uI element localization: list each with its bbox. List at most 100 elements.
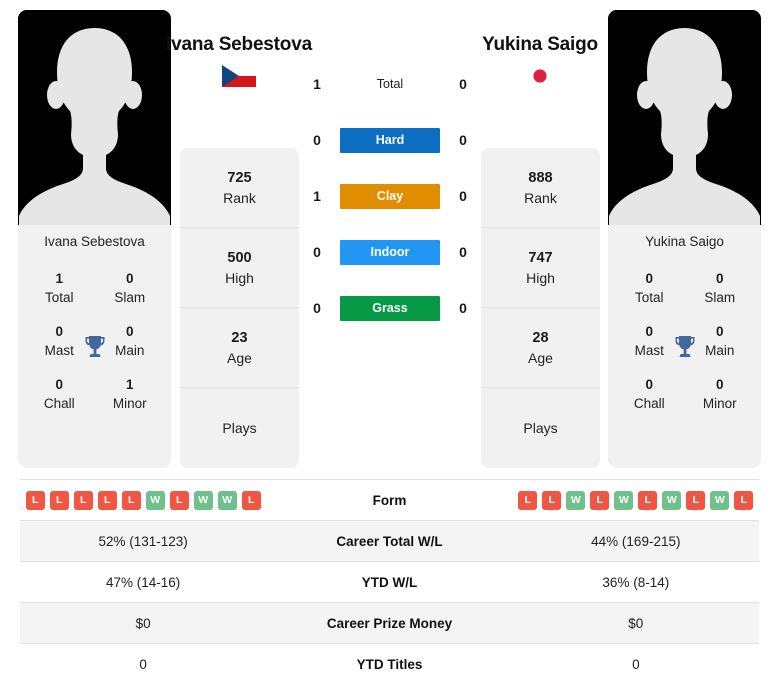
title-stat: 0 Slam (114, 271, 146, 305)
stat-rank: 888 Rank (481, 148, 600, 228)
h2h-row-clay: 1 Clay 0 (302, 168, 478, 224)
title-stat: 1 Total (44, 271, 74, 305)
table-cell-right: 36% (8-14) (602, 574, 670, 590)
table-row-career-wl: 52% (131-123) Career Total W/L 44% (169-… (20, 520, 759, 561)
player-card-right[interactable]: Yukina Saigo 0 Total 0 Slam 0 Mast 0 Mai… (608, 10, 761, 468)
table-cell-right: 0 (632, 656, 640, 672)
table-row-form: LLLLLWLWWL Form LLWLWLWLWL (20, 479, 759, 520)
comparison-table: LLLLLWLWWL Form LLWLWLWLWL 52% (131-123)… (20, 479, 759, 684)
form-result-badge[interactable]: L (590, 490, 610, 510)
stat-high: 747 High (481, 228, 600, 308)
player-name-right: Yukina Saigo (482, 34, 598, 55)
player-name-left: Ivana Sebestova (166, 34, 312, 55)
surface-badge-grass[interactable]: Grass (340, 295, 440, 321)
flag-right (460, 65, 620, 87)
title-stat: 1 Minor (112, 377, 147, 411)
h2h-row-grass: 0 Grass 0 (302, 280, 478, 336)
czech-republic-flag-icon (222, 65, 256, 87)
form-strip-right: LLWLWLWLWL (513, 490, 759, 510)
stat-card-left: 725 Rank 500 High 23 Age Plays (180, 148, 299, 468)
form-result-badge[interactable]: W (193, 490, 213, 510)
surface-badge-hard[interactable]: Hard (340, 127, 440, 153)
h2h-label: Hard (340, 127, 440, 153)
japan-flag-icon (523, 65, 557, 87)
form-result-badge[interactable]: W (566, 490, 586, 510)
player-card-left[interactable]: Ivana Sebestova 1 Total 0 Slam 0 Mast 0 … (18, 10, 171, 468)
h2h-left-score: 0 (313, 132, 321, 148)
table-cell-right: $0 (628, 615, 644, 631)
h2h-row-total: 1 Total 0 (302, 56, 478, 112)
photo-card-name-left: Ivana Sebestova (18, 225, 171, 259)
title-stat: 0 Chall (633, 377, 665, 411)
form-result-badge[interactable]: L (638, 490, 658, 510)
comparison-header: Ivana Sebestova 1 Total 0 Slam 0 Mast 0 … (0, 0, 779, 478)
title-stat: 0 Chall (43, 377, 75, 411)
head-to-head-column: 1 Total 0 0 Hard 0 1 Clay 0 0 Indoor 0 0… (302, 56, 478, 336)
form-result-badge[interactable]: L (25, 490, 45, 510)
stat-age: 23 Age (180, 308, 299, 388)
h2h-left-score: 0 (313, 300, 321, 316)
table-row-label: Career Prize Money (326, 615, 453, 631)
title-stat: 0 Total (634, 271, 664, 305)
form-result-badge[interactable]: L (169, 490, 189, 510)
form-result-badge[interactable]: W (217, 490, 237, 510)
flag-left (159, 65, 319, 87)
title-stat: 0 Slam (704, 271, 736, 305)
form-result-badge[interactable]: W (710, 490, 730, 510)
form-result-badge[interactable]: L (686, 490, 706, 510)
table-row-ytd-titles: 0 YTD Titles 0 (20, 643, 759, 684)
table-cell-left: $0 (135, 615, 151, 631)
stat-plays: Plays (523, 420, 558, 436)
table-row-label: Career Total W/L (336, 533, 443, 549)
h2h-label: Grass (340, 295, 440, 321)
h2h-right-score: 0 (459, 132, 467, 148)
player-photo-left (18, 10, 171, 225)
title-stat: 0 Minor (702, 377, 737, 411)
table-cell-left: 52% (131-123) (98, 533, 188, 549)
titles-grid-right: 0 Total 0 Slam 0 Mast 0 Main 0 Chall 0 M… (608, 259, 761, 422)
form-result-badge[interactable]: W (145, 490, 165, 510)
stat-card-right: 888 Rank 747 High 28 Age Plays (481, 148, 600, 468)
stat-age: 28 Age (481, 308, 600, 388)
form-result-badge[interactable]: L (241, 490, 261, 510)
table-cell-right: 44% (169-215) (591, 533, 681, 549)
table-row-label: YTD W/L (361, 574, 418, 590)
form-result-badge[interactable]: L (542, 490, 562, 510)
form-left: LLLLLWLWWL (20, 490, 266, 510)
h2h-row-indoor: 0 Indoor 0 (302, 224, 478, 280)
h2h-left-score: 1 (313, 188, 321, 204)
titles-grid-left: 1 Total 0 Slam 0 Mast 0 Main 0 Chall 1 M… (18, 259, 171, 422)
form-result-badge[interactable]: L (73, 490, 93, 510)
stat-rank: 725 Rank (180, 148, 299, 228)
player-comparison-page: Ivana Sebestova 1 Total 0 Slam 0 Mast 0 … (0, 0, 779, 699)
h2h-label: Total (376, 77, 404, 91)
h2h-row-hard: 0 Hard 0 (302, 112, 478, 168)
surface-badge-indoor[interactable]: Indoor (340, 239, 440, 265)
h2h-right-score: 0 (459, 300, 467, 316)
player-photo-right (608, 10, 761, 225)
form-strip-left: LLLLLWLWWL (20, 490, 266, 510)
form-right: LLWLWLWLWL (513, 490, 759, 510)
stat-high: 500 High (180, 228, 299, 308)
form-result-badge[interactable]: L (734, 490, 754, 510)
form-result-badge[interactable]: L (49, 490, 69, 510)
table-row-ytd-wl: 47% (14-16) YTD W/L 36% (8-14) (20, 561, 759, 602)
form-result-badge[interactable]: W (662, 490, 682, 510)
form-result-badge[interactable]: L (518, 490, 538, 510)
h2h-right-score: 0 (459, 188, 467, 204)
form-result-badge[interactable]: L (97, 490, 117, 510)
player-name-block-right: Yukina Saigo (460, 32, 620, 87)
photo-card-name-right: Yukina Saigo (608, 225, 761, 259)
h2h-label: Indoor (340, 239, 440, 265)
stat-plays: Plays (222, 420, 257, 436)
surface-badge-clay[interactable]: Clay (340, 183, 440, 209)
trophy-icon (672, 333, 698, 364)
player-name-block-left: Ivana Sebestova (159, 32, 319, 87)
table-row-prize-money: $0 Career Prize Money $0 (20, 602, 759, 643)
form-result-badge[interactable]: L (121, 490, 141, 510)
table-cell-left: 47% (14-16) (106, 574, 181, 590)
table-cell-left: 0 (139, 656, 147, 672)
h2h-label: Clay (340, 183, 440, 209)
table-row-label: Form (372, 492, 407, 508)
form-result-badge[interactable]: W (614, 490, 634, 510)
